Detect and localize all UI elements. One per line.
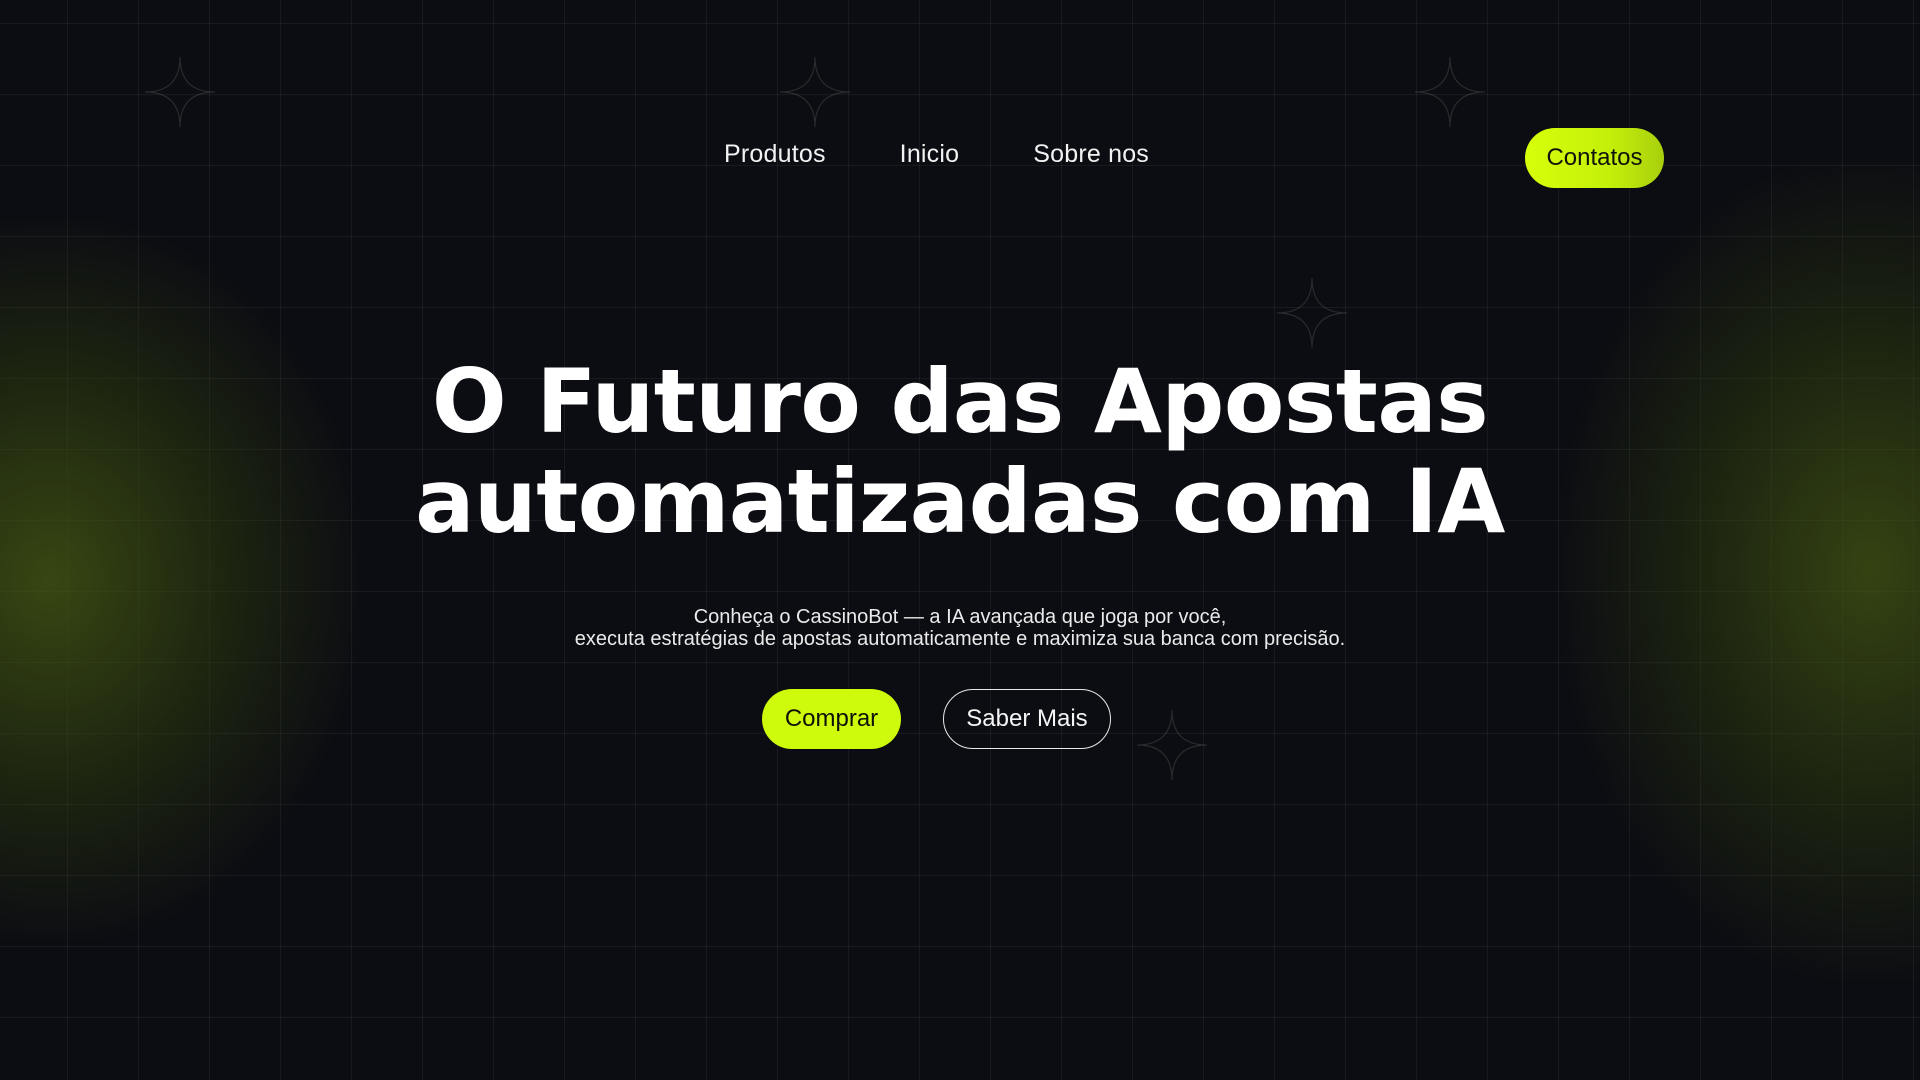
hero-title-line-2: automatizadas com IA xyxy=(415,450,1505,553)
sparkle-icon xyxy=(1277,278,1347,348)
hero-subtitle-line-2: executa estratégias de apostas automatic… xyxy=(574,628,1346,650)
nav-link-produtos[interactable]: Produtos xyxy=(724,140,826,169)
learn-more-button[interactable]: Saber Mais xyxy=(943,689,1111,749)
hero-subtitle-line-1: Conheça o CassinoBot — a IA avançada que… xyxy=(693,606,1227,628)
landing-page: Produtos Inicio Sobre nos Contatos O Fut… xyxy=(0,0,1920,1080)
sparkle-icon xyxy=(780,57,850,127)
hero-title-line-1: O Futuro das Apostas xyxy=(431,350,1489,453)
nav-link-sobre-nos[interactable]: Sobre nos xyxy=(1033,140,1149,169)
sparkle-icon xyxy=(1137,710,1207,780)
contact-button[interactable]: Contatos xyxy=(1525,128,1664,188)
nav-link-inicio[interactable]: Inicio xyxy=(900,140,960,169)
hero-title: O Futuro das Apostas automatizadas com I… xyxy=(0,352,1920,552)
sparkle-icon xyxy=(145,57,215,127)
right-green-glow xyxy=(1560,160,1920,980)
sparkle-icon xyxy=(1415,57,1485,127)
main-nav: Produtos Inicio Sobre nos xyxy=(724,140,1149,169)
buy-button[interactable]: Comprar xyxy=(762,689,901,749)
left-green-glow xyxy=(0,220,360,940)
hero-subtitle: Conheça o CassinoBot — a IA avançada que… xyxy=(0,606,1920,650)
